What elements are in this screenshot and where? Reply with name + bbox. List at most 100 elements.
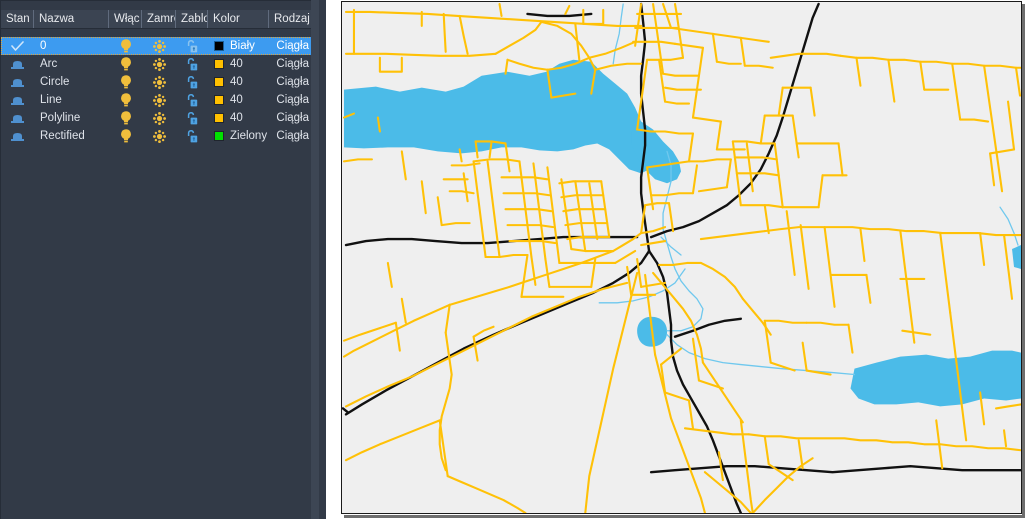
layer-color-label: 40 [230,58,243,70]
layer-linetype-label: Ciągła [276,130,309,142]
lightbulb-icon[interactable] [120,57,132,71]
layer-linetype-cell[interactable]: Ciągła [269,109,312,127]
layer-lock-cell[interactable] [176,55,208,73]
layer-color-cell[interactable]: 40 [208,109,269,127]
layer-name-cell[interactable]: Rectified [34,127,109,145]
drawing-canvas-area[interactable] [341,1,1025,518]
layer-on-cell[interactable] [109,55,142,73]
checkmark-icon [11,40,24,52]
layer-row-rectified[interactable]: Rectified Zielony Ciągła [1,127,312,145]
lightbulb-icon[interactable] [120,93,132,107]
layer-color-cell[interactable]: Biały [208,37,269,55]
layer-lock-cell[interactable] [176,109,208,127]
layer-on-cell[interactable] [109,73,142,91]
column-header-zamroz[interactable]: Zamroź [142,10,176,28]
layer-list: 0 Biały Ciągła Arc 40 Ciągła Circle 40 Ciągła Lin… [1,37,312,145]
color-swatch[interactable] [214,95,224,105]
layer-color-cell[interactable]: 40 [208,55,269,73]
map-viewport[interactable] [341,1,1022,514]
canvas-shadow-right [1022,4,1025,518]
color-swatch[interactable] [214,77,224,87]
layer-name-cell[interactable]: Circle [34,73,109,91]
layer-lock-cell[interactable] [176,127,208,145]
color-swatch[interactable] [214,41,224,51]
layer-row-arc[interactable]: Arc 40 Ciągła [1,55,312,73]
unlocked-padlock-icon[interactable] [187,129,198,143]
column-header-rodzaj-linii[interactable]: Rodzaj l [269,10,312,28]
color-swatch[interactable] [214,59,224,69]
layer-stack-icon [10,114,25,123]
layer-on-cell[interactable] [109,109,142,127]
layer-name-label: Line [40,94,62,106]
layer-freeze-cell[interactable] [142,109,176,127]
panel-right-edge [319,0,326,519]
layer-state-cell[interactable] [1,91,34,109]
lightbulb-icon[interactable] [120,75,132,89]
layer-on-cell[interactable] [109,127,142,145]
layer-name-cell[interactable]: Polyline [34,109,109,127]
layer-lock-cell[interactable] [176,37,208,55]
unlocked-padlock-icon[interactable] [187,57,198,71]
layer-freeze-cell[interactable] [142,73,176,91]
layer-lock-cell[interactable] [176,73,208,91]
unlocked-padlock-icon[interactable] [187,39,198,53]
layer-state-cell[interactable] [1,109,34,127]
sun-icon[interactable] [152,39,166,53]
layer-state-cell[interactable] [1,55,34,73]
layer-name-label: 0 [40,40,47,52]
layer-linetype-label: Ciągła [276,112,309,124]
layer-row-polyline[interactable]: Polyline 40 Ciągła [1,109,312,127]
sun-icon[interactable] [152,129,166,143]
color-swatch[interactable] [214,131,224,141]
map-drawing[interactable] [342,2,1021,513]
sun-icon[interactable] [152,111,166,125]
unlocked-padlock-icon[interactable] [187,111,198,125]
layer-color-label: Zielony [230,130,268,142]
layer-name-cell[interactable]: Arc [34,55,109,73]
layer-linetype-cell[interactable]: Ciągła [269,127,312,145]
column-header-nazwa[interactable]: Nazwa [34,10,109,28]
layer-row-line[interactable]: Line 40 Ciągła [1,91,312,109]
column-header-kolor[interactable]: Kolor [208,10,269,28]
layer-on-cell[interactable] [109,91,142,109]
lightbulb-icon[interactable] [120,111,132,125]
layer-stack-icon [10,78,25,87]
layer-name-label: Rectified [40,130,85,142]
layer-color-label: 40 [230,94,243,106]
lightbulb-icon[interactable] [120,129,132,143]
layer-color-cell[interactable]: 40 [208,73,269,91]
layer-linetype-cell[interactable]: Ciągła [269,37,312,55]
layer-linetype-cell[interactable]: Ciągła [269,91,312,109]
layer-state-cell[interactable] [1,73,34,91]
layer-freeze-cell[interactable] [142,127,176,145]
layer-name-cell[interactable]: 0 [34,37,109,55]
layer-lock-cell[interactable] [176,91,208,109]
sun-icon[interactable] [152,75,166,89]
layer-linetype-cell[interactable]: Ciągła [269,73,312,91]
layer-row-circle[interactable]: Circle 40 Ciągła [1,73,312,91]
layer-state-cell[interactable] [1,127,34,145]
unlocked-padlock-icon[interactable] [187,93,198,107]
layer-on-cell[interactable] [109,37,142,55]
layer-state-cell[interactable] [1,37,34,55]
layer-color-label: 40 [230,76,243,88]
layer-freeze-cell[interactable] [142,55,176,73]
sun-icon[interactable] [152,57,166,71]
sun-icon[interactable] [152,93,166,107]
layer-color-cell[interactable]: Zielony [208,127,269,145]
layer-color-cell[interactable]: 40 [208,91,269,109]
color-swatch[interactable] [214,113,224,123]
layer-name-cell[interactable]: Line [34,91,109,109]
layer-row-0[interactable]: 0 Biały Ciągła [1,37,312,55]
layer-stack-icon [10,132,25,141]
layer-linetype-label: Ciągła [276,58,309,70]
column-header-stan[interactable]: Stan [1,10,34,28]
column-header-zablok[interactable]: Zablok [176,10,208,28]
layer-freeze-cell[interactable] [142,37,176,55]
application-window: Stan Nazwa Włąc Zamroź Zablok Kolor Rodz… [0,0,1026,519]
layer-freeze-cell[interactable] [142,91,176,109]
column-header-wlacz[interactable]: Włąc [109,10,142,28]
lightbulb-icon[interactable] [120,39,132,53]
layer-linetype-cell[interactable]: Ciągła [269,55,312,73]
unlocked-padlock-icon[interactable] [187,75,198,89]
